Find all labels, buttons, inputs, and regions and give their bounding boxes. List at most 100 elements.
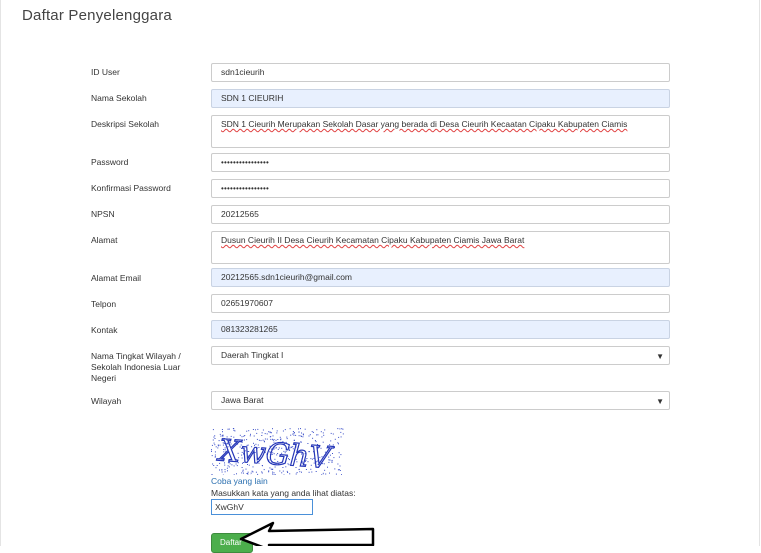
captcha-speck [214, 443, 215, 444]
captcha-speck [290, 428, 291, 429]
captcha-speck [324, 429, 325, 430]
captcha-speck [340, 470, 341, 471]
captcha-noise: XwGhV [211, 428, 344, 475]
email-input[interactable]: 20212565.sdn1cieurih@gmail.com [211, 268, 670, 287]
captcha-speck [284, 475, 285, 476]
label-deskripsi-sekolah: Deskripsi Sekolah [91, 119, 159, 130]
konfirmasi-password-input[interactable]: •••••••••••••••• [211, 179, 670, 198]
captcha-speck [252, 471, 253, 472]
captcha-input[interactable]: XwGhV [211, 499, 313, 515]
captcha-speck [222, 472, 223, 473]
captcha-refresh-link[interactable]: Coba yang lain [211, 476, 268, 486]
captcha-speck [321, 431, 322, 432]
captcha-speck [262, 432, 263, 433]
captcha-speck [312, 431, 313, 432]
wilayah-select[interactable]: Jawa Barat ▼ [211, 391, 670, 410]
captcha-speck [275, 474, 276, 475]
captcha-speck [340, 466, 341, 467]
captcha-speck [216, 467, 217, 468]
telpon-input[interactable]: 02651970607 [211, 294, 670, 313]
label-password: Password [91, 157, 128, 168]
captcha-speck [225, 469, 226, 470]
label-konfirmasi-password: Konfirmasi Password [91, 183, 171, 194]
deskripsi-sekolah-textarea[interactable]: SDN 1 Cieurih Merupakan Sekolah Dasar ya… [211, 115, 670, 148]
label-nama-sekolah: Nama Sekolah [91, 93, 147, 104]
captcha-speck [243, 473, 244, 474]
captcha-speck [219, 470, 220, 471]
id-user-input[interactable]: sdn1cieurih [211, 63, 670, 82]
captcha-speck [234, 474, 235, 475]
captcha-speck [236, 473, 237, 474]
captcha-speck [272, 428, 273, 429]
captcha-image: XwGhV [211, 428, 344, 475]
captcha-speck [337, 442, 338, 443]
captcha-speck [285, 429, 286, 430]
captcha-speck [323, 435, 324, 436]
captcha-speck [337, 464, 338, 465]
captcha-speck [247, 473, 248, 474]
captcha-speck [333, 444, 334, 445]
captcha-speck [313, 432, 314, 433]
captcha-speck [233, 430, 234, 431]
captcha-speck [339, 428, 340, 429]
captcha-speck [336, 474, 337, 475]
captcha-speck [213, 465, 214, 466]
label-telpon: Telpon [91, 299, 116, 310]
registration-panel: Daftar Penyelenggara ID User sdn1cieurih… [0, 0, 760, 546]
captcha-speck [301, 433, 302, 434]
captcha-speck [262, 473, 263, 474]
label-alamat-email: Alamat Email [91, 273, 141, 284]
page-title: Daftar Penyelenggara [22, 7, 172, 24]
captcha-speck [257, 474, 258, 475]
captcha-speck [301, 436, 302, 437]
captcha-speck [242, 471, 243, 472]
npsn-input[interactable]: 20212565 [211, 205, 670, 224]
captcha-speck [271, 432, 272, 433]
alamat-text: Dusun Cieurih II Desa Cieurih Kecamatan … [221, 235, 524, 245]
captcha-speck [212, 474, 213, 475]
wilayah-value: Jawa Barat [221, 395, 264, 405]
captcha-speck [339, 452, 340, 453]
captcha-speck [229, 429, 230, 430]
captcha-speck [293, 435, 294, 436]
captcha-speck [216, 446, 217, 447]
captcha-speck [293, 433, 294, 434]
captcha-speck [270, 432, 271, 433]
captcha-speck [268, 431, 269, 432]
captcha-speck [212, 455, 213, 456]
password-input[interactable]: •••••••••••••••• [211, 153, 670, 172]
captcha-speck [340, 454, 341, 455]
captcha-speck [290, 435, 291, 436]
deskripsi-text: SDN 1 Cieurih Merupakan Sekolah Dasar ya… [221, 119, 627, 129]
tingkat-wilayah-value: Daerah Tingkat I [221, 350, 283, 360]
captcha-speck [333, 457, 334, 458]
captcha-speck [332, 453, 333, 454]
captcha-speck [295, 435, 296, 436]
captcha-speck [342, 429, 343, 430]
alamat-textarea[interactable]: Dusun Cieurih II Desa Cieurih Kecamatan … [211, 231, 670, 264]
label-wilayah: Wilayah [91, 396, 121, 407]
captcha-speck [251, 473, 252, 474]
captcha-speck [316, 434, 317, 435]
captcha-speck [214, 435, 215, 436]
captcha-speck [257, 429, 258, 430]
captcha-speck [222, 429, 223, 430]
captcha-speck [343, 433, 344, 434]
captcha-speck [293, 431, 294, 432]
tingkat-wilayah-select[interactable]: Daerah Tingkat I ▼ [211, 346, 670, 365]
kontak-input[interactable]: 081323281265 [211, 320, 670, 339]
captcha-speck [213, 437, 214, 438]
captcha-speck [217, 447, 218, 448]
captcha-speck [248, 472, 249, 473]
captcha-speck [213, 429, 214, 430]
captcha-speck [277, 430, 278, 431]
captcha-speck [274, 472, 275, 473]
label-kontak: Kontak [91, 325, 117, 336]
captcha-speck [228, 429, 229, 430]
captcha-speck [338, 443, 339, 444]
nama-sekolah-input[interactable]: SDN 1 CIEURIH [211, 89, 670, 108]
captcha-speck [215, 457, 216, 458]
captcha-speck [335, 439, 336, 440]
captcha-speck [339, 469, 340, 470]
captcha-speck [256, 472, 257, 473]
